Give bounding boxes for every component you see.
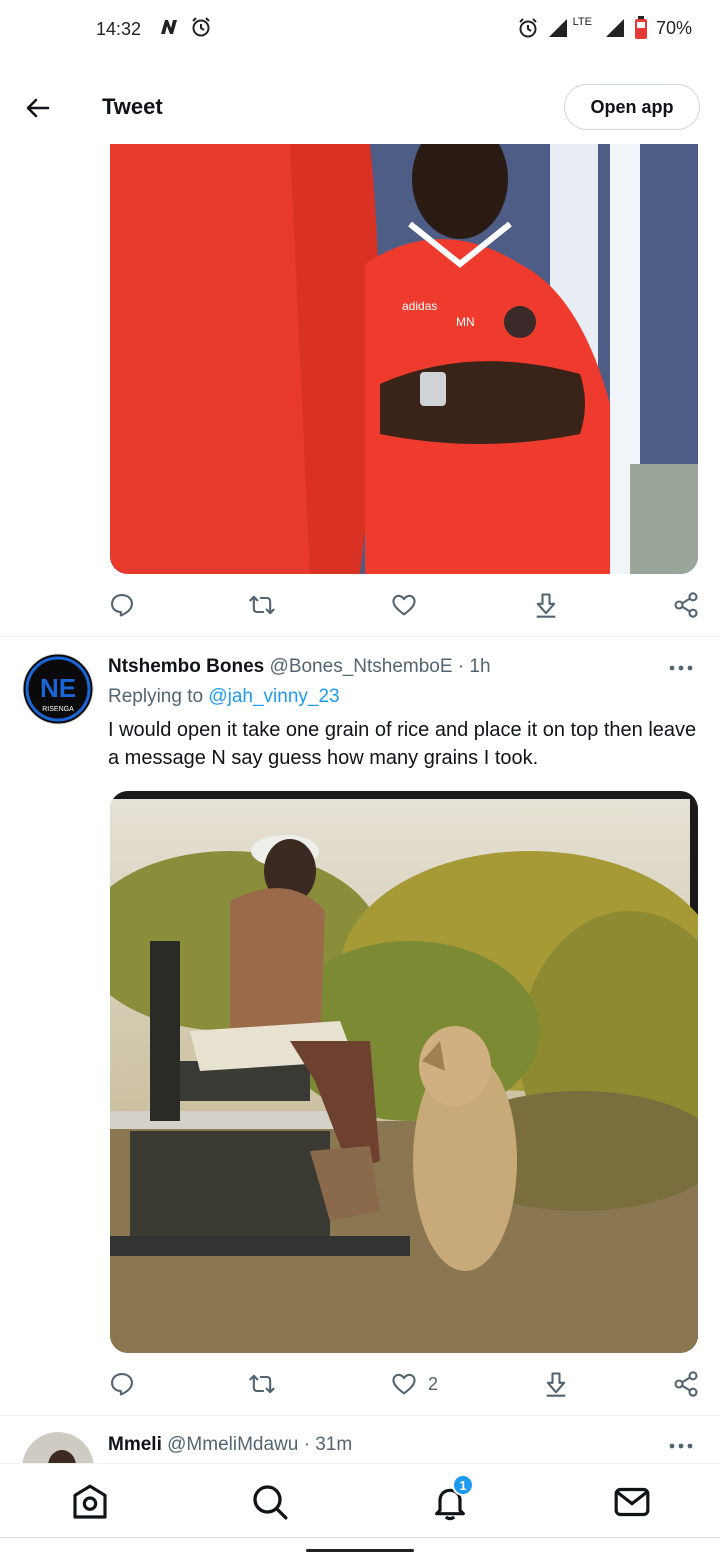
avatar[interactable]: NE RISENGA bbox=[22, 653, 94, 725]
author-handle[interactable]: @MmeliMdawu bbox=[167, 1434, 298, 1455]
download-button[interactable] bbox=[532, 585, 560, 625]
bottom-nav: 1 bbox=[0, 1463, 720, 1537]
author-name[interactable]: Ntshembo Bones bbox=[108, 656, 264, 677]
download-icon bbox=[536, 593, 556, 618]
status-right: LTE 70% bbox=[517, 16, 692, 40]
avatar-logo: NE RISENGA bbox=[22, 653, 94, 725]
safari-photo bbox=[110, 791, 698, 1353]
tweet-actions: 2 bbox=[108, 1364, 702, 1404]
home-indicator[interactable] bbox=[306, 1549, 414, 1552]
divider bbox=[0, 1415, 720, 1416]
open-app-button[interactable]: Open app bbox=[564, 84, 700, 130]
battery-icon bbox=[634, 16, 647, 39]
svg-text:MN: MN bbox=[456, 315, 475, 329]
dot-separator: · bbox=[457, 656, 465, 677]
tweet-image[interactable] bbox=[110, 791, 698, 1353]
like-button[interactable] bbox=[390, 585, 418, 625]
author-handle[interactable]: @Bones_NtshemboE bbox=[270, 656, 453, 677]
share-button[interactable] bbox=[672, 585, 700, 625]
avatar-subtext: RISENGA bbox=[42, 706, 74, 713]
share-icon bbox=[674, 1371, 698, 1397]
like-count: 2 bbox=[428, 1373, 439, 1394]
replying-to: Replying to @jah_vinny_23 bbox=[108, 686, 340, 708]
divider bbox=[0, 636, 720, 637]
reply-button[interactable] bbox=[108, 1364, 136, 1404]
top-header: Tweet Open app bbox=[0, 70, 720, 144]
alarm-icon bbox=[518, 18, 537, 38]
n-notification-icon bbox=[161, 20, 177, 34]
status-time: 14:32 bbox=[96, 19, 142, 39]
alarm-icon bbox=[192, 17, 210, 37]
back-arrow-icon[interactable] bbox=[22, 92, 54, 124]
retweet-icon bbox=[249, 1374, 275, 1394]
download-icon bbox=[546, 1372, 566, 1397]
battery-percent: 70% bbox=[655, 17, 692, 38]
replying-handle-link[interactable]: @jah_vinny_23 bbox=[208, 686, 339, 707]
replying-prefix: Replying to bbox=[108, 686, 204, 707]
tweet-header: Mmeli @MmeliMdawu · 31m bbox=[108, 1434, 352, 1456]
more-options-icon[interactable] bbox=[668, 1441, 694, 1451]
heart-icon bbox=[392, 1373, 416, 1395]
network-type: LTE bbox=[572, 16, 592, 28]
tweet-time[interactable]: 1h bbox=[469, 656, 490, 677]
system-gesture-bar bbox=[0, 1537, 720, 1560]
tweet-time[interactable]: 31m bbox=[315, 1434, 352, 1455]
author-name[interactable]: Mmeli bbox=[108, 1434, 162, 1455]
dot-separator: · bbox=[303, 1434, 310, 1455]
heart-icon bbox=[392, 594, 416, 616]
more-options-icon[interactable] bbox=[668, 663, 694, 673]
svg-text:adidas: adidas bbox=[402, 299, 437, 313]
reply-icon bbox=[111, 1373, 133, 1396]
messages-icon[interactable] bbox=[612, 1482, 652, 1522]
search-icon[interactable] bbox=[250, 1482, 290, 1522]
reply-icon bbox=[111, 594, 133, 617]
notification-badge: 1 bbox=[452, 1474, 474, 1496]
signal-icon bbox=[548, 19, 567, 37]
tweet-header: Ntshembo Bones @Bones_NtshemboE · 1h bbox=[108, 656, 491, 678]
status-bar: 14:32 LTE 70% bbox=[0, 0, 720, 60]
tweet-image[interactable]: adidas MN bbox=[110, 144, 698, 574]
share-icon bbox=[674, 592, 698, 618]
download-button[interactable] bbox=[542, 1364, 570, 1404]
home-icon[interactable] bbox=[70, 1482, 110, 1522]
like-button[interactable]: 2 bbox=[390, 1364, 438, 1404]
retweet-icon bbox=[249, 595, 275, 615]
avatar-text: NE bbox=[40, 673, 76, 703]
coach-photo: adidas MN bbox=[110, 144, 698, 574]
share-button[interactable] bbox=[672, 1364, 700, 1404]
tweet-text: I would open it take one grain of rice a… bbox=[108, 719, 697, 769]
tweet-actions bbox=[108, 585, 702, 625]
reply-button[interactable] bbox=[108, 585, 136, 625]
signal-icon bbox=[605, 19, 624, 37]
page-title: Tweet bbox=[102, 94, 163, 119]
retweet-button[interactable] bbox=[248, 585, 276, 625]
status-left-icons bbox=[158, 16, 212, 38]
retweet-button[interactable] bbox=[248, 1364, 276, 1404]
